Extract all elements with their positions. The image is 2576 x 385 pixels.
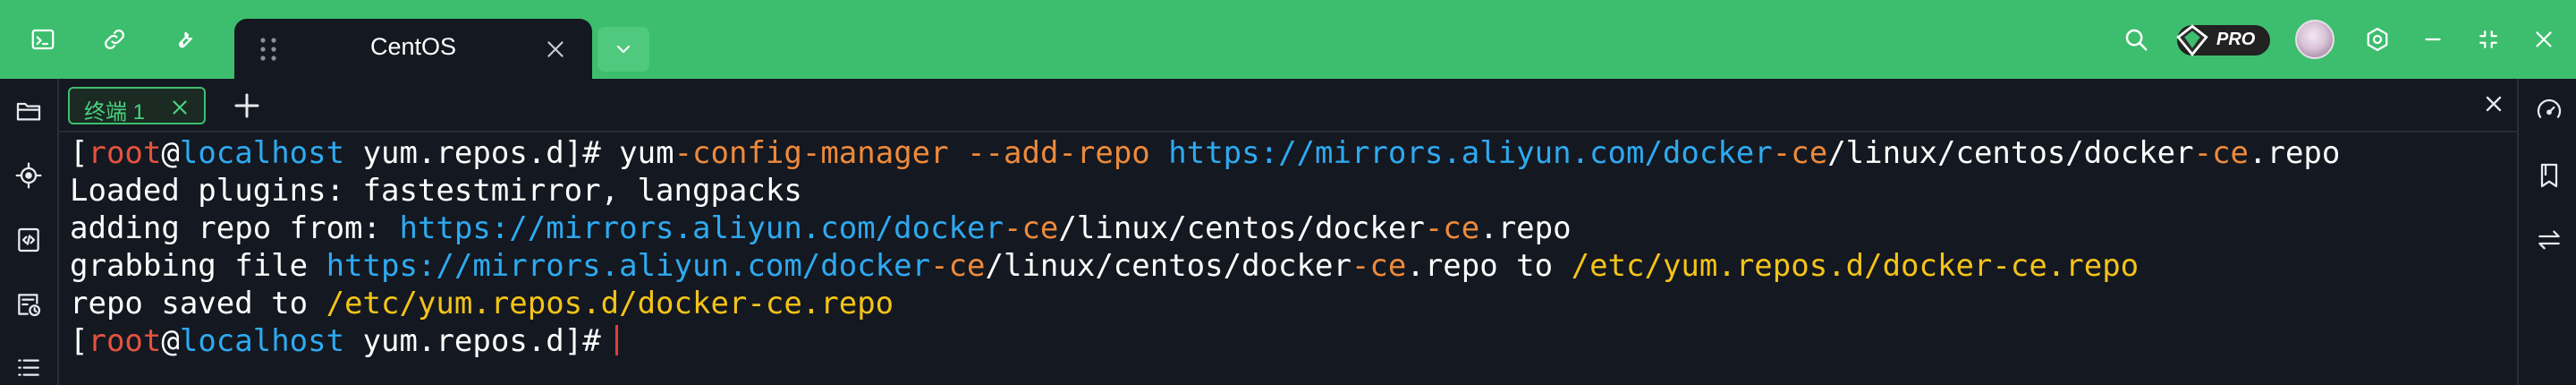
prompt-user: root xyxy=(88,323,162,359)
prompt-bracket: [ xyxy=(70,135,89,171)
url-dash: -ce xyxy=(1772,135,1828,171)
url-path: /linux/centos/docker xyxy=(1827,135,2194,171)
history-icon[interactable] xyxy=(11,287,47,322)
terminal-line: [root@localhost yum.repos.d]# xyxy=(70,322,618,360)
url-dash: -ce xyxy=(1351,248,1407,284)
prompt-user: root xyxy=(88,135,162,171)
command-text: yum xyxy=(619,135,674,171)
output-text: adding repo from: xyxy=(70,210,400,246)
tab-close-icon[interactable] xyxy=(544,38,567,61)
terminal-line: adding repo from: https://mirrors.aliyun… xyxy=(70,210,1572,247)
pro-badge[interactable]: PRO xyxy=(2176,24,2270,56)
output-text: repo saved to xyxy=(70,286,326,321)
url-dash: -ce xyxy=(930,248,986,284)
terminal-line: [root@localhost yum.repos.d]# yum-config… xyxy=(70,134,2340,172)
wrench-icon[interactable] xyxy=(166,20,206,59)
url-text: https://mirrors.aliyun.com/docker xyxy=(326,248,931,284)
bookmark-icon[interactable] xyxy=(2531,158,2567,193)
output-text: grabbing file xyxy=(70,248,326,284)
prompt-host: localhost xyxy=(179,323,345,359)
prompt-bracket: [ xyxy=(70,323,89,359)
tab-centos[interactable]: CentOS xyxy=(234,19,592,79)
drag-handle-icon[interactable] xyxy=(258,37,279,62)
prompt-at: @ xyxy=(161,135,180,171)
terminal-output[interactable]: [root@localhost yum.repos.d]# yum-config… xyxy=(70,133,2512,385)
url-text: https://mirrors.aliyun.com/docker xyxy=(399,210,1004,246)
url-text: https://mirrors.aliyun.com/docker xyxy=(1168,135,1773,171)
tab-title: CentOS xyxy=(369,33,457,60)
search-icon[interactable] xyxy=(2116,20,2156,59)
add-terminal-icon[interactable] xyxy=(231,90,263,122)
terminal-line: grabbing file https://mirrors.aliyun.com… xyxy=(70,247,2139,285)
url-path: /linux/centos/docker xyxy=(985,248,1352,284)
settings-icon[interactable] xyxy=(2358,20,2397,59)
prompt-at: @ xyxy=(161,323,180,359)
right-sidebar xyxy=(2517,79,2576,385)
url-ext: .repo xyxy=(1406,248,1498,284)
tab-dropdown-button[interactable] xyxy=(597,27,649,72)
url-path: /linux/centos/docker xyxy=(1058,210,1425,246)
output-text: to xyxy=(1497,248,1572,284)
file-path: /etc/yum.repos.d/docker-ce.repo xyxy=(326,286,894,321)
url-dash: -ce xyxy=(1424,210,1480,246)
left-sidebar xyxy=(0,79,59,385)
terminal-line: repo saved to /etc/yum.repos.d/docker-ce… xyxy=(70,285,894,322)
terminal-tab-1[interactable]: 终端 1 xyxy=(68,87,206,124)
speedometer-icon[interactable] xyxy=(2531,93,2567,129)
close-icon[interactable] xyxy=(2524,20,2563,59)
restore-icon[interactable] xyxy=(2469,20,2508,59)
file-path: /etc/yum.repos.d/docker-ce.repo xyxy=(1571,248,2140,284)
link-icon[interactable] xyxy=(95,20,134,59)
prompt-host: localhost xyxy=(179,135,345,171)
prompt-dir: yum.repos.d]# xyxy=(344,135,620,171)
output-text: Loaded plugins: fastestmirror, langpacks xyxy=(70,173,802,209)
code-icon[interactable] xyxy=(11,222,47,258)
url-dash: -ce xyxy=(1003,210,1059,246)
terminal-tab-label: 终端 1 xyxy=(84,100,146,124)
terminal-tab-close-icon[interactable] xyxy=(168,96,191,119)
terminal-icon[interactable] xyxy=(23,20,63,59)
close-terminal-icon[interactable] xyxy=(2481,91,2506,116)
prompt-dir: yum.repos.d]# xyxy=(344,323,601,359)
url-dash: -ce xyxy=(2193,135,2250,171)
url-ext: .repo xyxy=(1479,210,1572,246)
minimize-icon[interactable] xyxy=(2413,20,2453,59)
pro-badge-text: PRO xyxy=(2216,30,2256,49)
command-args: -config-manager --add-repo xyxy=(674,135,1169,171)
title-bar: CentOS PRO xyxy=(0,0,2576,79)
terminal-line: Loaded plugins: fastestmirror, langpacks xyxy=(70,172,802,210)
folder-icon[interactable] xyxy=(11,93,47,129)
avatar[interactable] xyxy=(2295,20,2334,59)
chevron-down-icon xyxy=(616,45,631,54)
list-icon[interactable] xyxy=(11,351,47,385)
transfer-icon[interactable] xyxy=(2531,222,2567,258)
url-ext: .repo xyxy=(2249,135,2341,171)
text-cursor xyxy=(614,325,618,355)
diamond-icon xyxy=(2176,24,2208,56)
crosshair-icon[interactable] xyxy=(11,158,47,193)
